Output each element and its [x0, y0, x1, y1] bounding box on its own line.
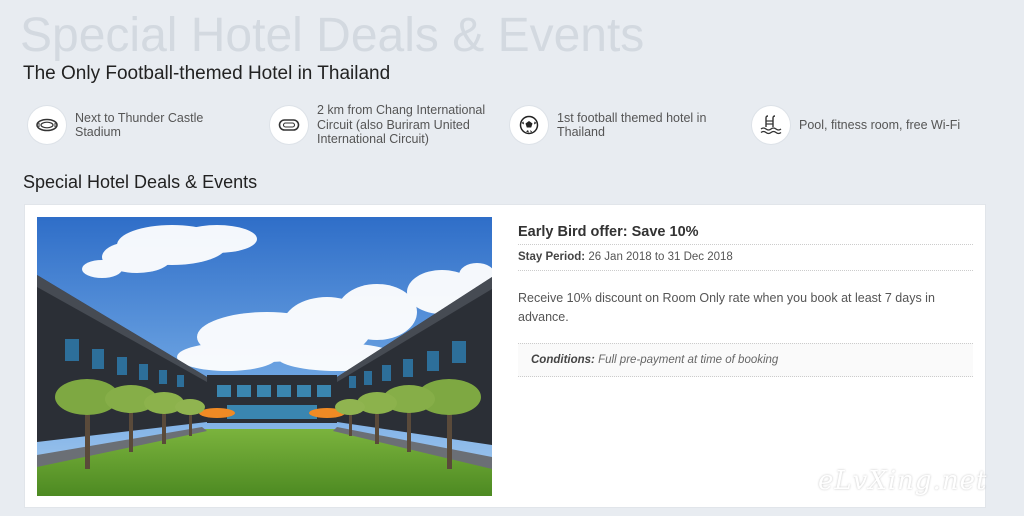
- hotel-tagline: The Only Football-themed Hotel in Thaila…: [23, 63, 391, 84]
- football-icon: [510, 106, 548, 144]
- feature-item-stadium: Next to Thunder Castle Stadium: [28, 94, 258, 156]
- feature-text: Next to Thunder Castle Stadium: [75, 110, 204, 140]
- conditions-value: Full pre-payment at time of booking: [598, 354, 779, 366]
- watermark: eLvXing.net: [818, 466, 988, 496]
- feature-text: 2 km from Chang International Circuit (a…: [317, 103, 486, 147]
- conditions-label: Conditions:: [531, 354, 595, 366]
- race-circuit-icon: [270, 106, 308, 144]
- stay-period-value: 26 Jan 2018 to 31 Dec 2018: [588, 251, 733, 263]
- offer-conditions: Conditions: Full pre-payment at time of …: [518, 343, 973, 377]
- stadium-icon: [28, 106, 66, 144]
- stay-period: Stay Period: 26 Jan 2018 to 31 Dec 2018: [518, 245, 973, 271]
- background-title: Special Hotel Deals & Events: [20, 9, 645, 62]
- feature-item-football: 1st football themed hotel in Thailand: [510, 94, 740, 156]
- stay-period-label: Stay Period:: [518, 251, 586, 263]
- section-heading: Special Hotel Deals & Events: [23, 172, 258, 192]
- hotel-photo[interactable]: [37, 217, 492, 496]
- feature-list: Next to Thunder Castle Stadium 2 km from…: [28, 94, 1008, 156]
- feature-item-amenities: Pool, fitness room, free Wi-Fi: [752, 94, 992, 156]
- feature-item-circuit: 2 km from Chang International Circuit (a…: [270, 94, 500, 156]
- feature-text: Pool, fitness room, free Wi-Fi: [799, 117, 961, 132]
- offer-description: Receive 10% discount on Room Only rate w…: [518, 291, 935, 324]
- pool-icon: [752, 106, 790, 144]
- feature-text: 1st football themed hotel in Thailand: [557, 110, 707, 140]
- offer-details: Early Bird offer: Save 10% Stay Period: …: [518, 217, 973, 377]
- offer-title: Early Bird offer: Save 10%: [518, 217, 973, 245]
- deal-card: Early Bird offer: Save 10% Stay Period: …: [24, 204, 986, 508]
